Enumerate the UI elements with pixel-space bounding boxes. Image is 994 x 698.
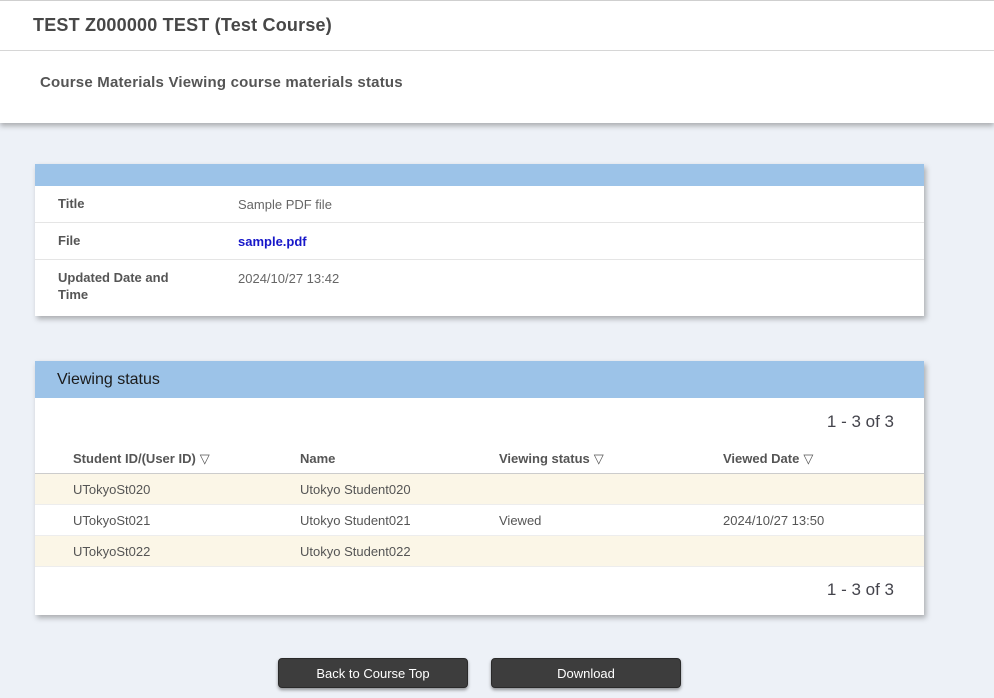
cell-name: Utokyo Student022 xyxy=(300,544,499,559)
cell-name: Utokyo Student020 xyxy=(300,482,499,497)
material-info-panel: Title Sample PDF file File sample.pdf Up… xyxy=(35,164,924,316)
column-header-label: Name xyxy=(300,451,335,466)
viewing-status-panel: Viewing status 1 - 3 of 3 Student ID/(Us… xyxy=(35,361,924,615)
filter-icon[interactable]: ▽ xyxy=(200,451,210,466)
cell-student-id: UTokyoSt020 xyxy=(73,482,300,497)
column-header-viewing-status[interactable]: Viewing status ▽ xyxy=(499,451,723,467)
column-header-name[interactable]: Name xyxy=(300,451,499,466)
file-download-link[interactable]: sample.pdf xyxy=(238,234,307,249)
column-header-viewed-date[interactable]: Viewed Date ▽ xyxy=(723,451,924,467)
info-row-file: File sample.pdf xyxy=(35,223,924,260)
material-file-value: sample.pdf xyxy=(238,232,307,250)
cell-viewed-date: 2024/10/27 13:50 xyxy=(723,513,924,528)
button-bar: Back to Course Top Download xyxy=(35,658,924,688)
column-header-label: Viewed Date xyxy=(723,451,799,466)
course-title: TEST Z000000 TEST (Test Course) xyxy=(33,15,332,36)
table-row: UTokyoSt021 Utokyo Student021 Viewed 202… xyxy=(35,505,924,536)
info-row-title: Title Sample PDF file xyxy=(35,186,924,223)
pagination-bottom: 1 - 3 of 3 xyxy=(35,567,924,615)
course-title-bar: TEST Z000000 TEST (Test Course) xyxy=(0,1,994,51)
cell-status: Viewed xyxy=(499,513,723,528)
viewing-status-panel-header: Viewing status xyxy=(35,361,924,398)
info-label: Updated Date and Time xyxy=(35,269,238,303)
material-title-value: Sample PDF file xyxy=(238,195,332,213)
table-row: UTokyoSt022 Utokyo Student022 xyxy=(35,536,924,567)
info-label: File xyxy=(35,232,238,249)
table-header-row: Student ID/(User ID) ▽ Name Viewing statu… xyxy=(35,444,924,474)
back-to-course-top-button[interactable]: Back to Course Top xyxy=(278,658,468,688)
info-label: Title xyxy=(35,195,238,212)
cell-student-id: UTokyoSt021 xyxy=(73,513,300,528)
table-row: UTokyoSt020 Utokyo Student020 xyxy=(35,474,924,505)
column-header-label: Student ID/(User ID) xyxy=(73,451,196,466)
material-updated-value: 2024/10/27 13:42 xyxy=(238,269,339,287)
page-title-bar: Course Materials Viewing course material… xyxy=(0,51,994,91)
page-header: TEST Z000000 TEST (Test Course) Course M… xyxy=(0,0,994,123)
download-button[interactable]: Download xyxy=(491,658,681,688)
pagination-top: 1 - 3 of 3 xyxy=(35,398,924,444)
column-header-label: Viewing status xyxy=(499,451,590,466)
cell-name: Utokyo Student021 xyxy=(300,513,499,528)
cell-student-id: UTokyoSt022 xyxy=(73,544,300,559)
filter-icon[interactable]: ▽ xyxy=(594,451,604,466)
filter-icon[interactable]: ▽ xyxy=(803,451,813,466)
page-title: Course Materials Viewing course material… xyxy=(40,74,994,91)
material-panel-header xyxy=(35,164,924,186)
info-row-updated: Updated Date and Time 2024/10/27 13:42 xyxy=(35,260,924,316)
column-header-student-id[interactable]: Student ID/(User ID) ▽ xyxy=(73,451,300,467)
